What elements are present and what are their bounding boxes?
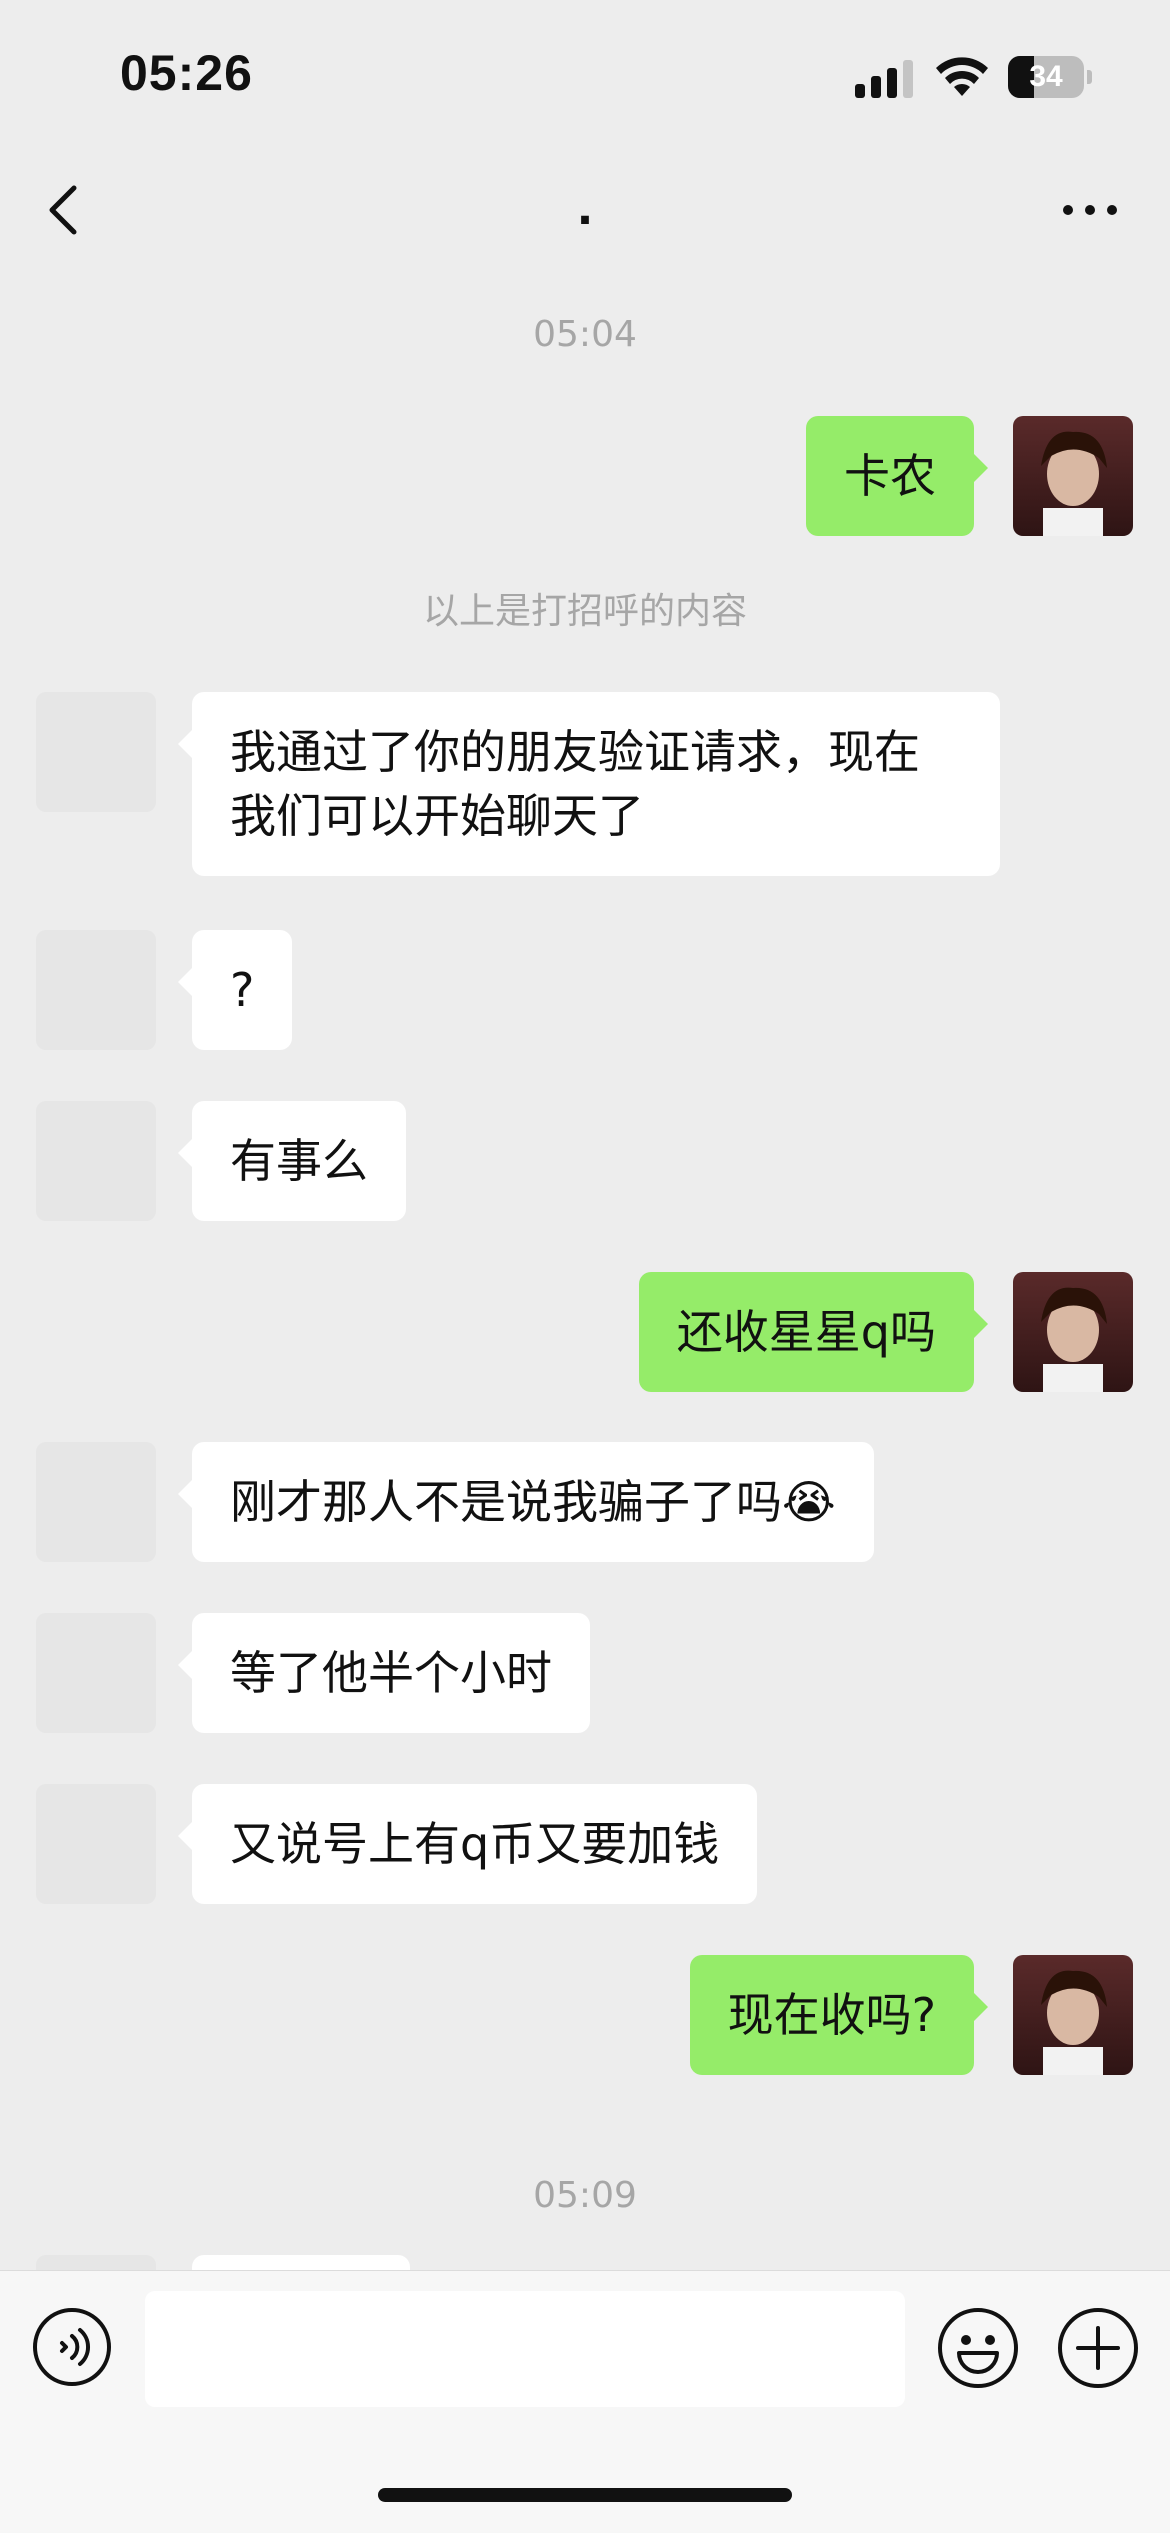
nav-bar: . bbox=[0, 140, 1170, 280]
contact-avatar[interactable] bbox=[36, 930, 156, 1050]
battery-body: 34 bbox=[1008, 56, 1084, 98]
message-timestamp: 05:04 bbox=[533, 314, 637, 355]
outgoing-message[interactable]: 还收星星q吗 bbox=[638, 1272, 989, 1392]
status-time: 05:26 bbox=[120, 45, 253, 101]
voice-icon[interactable] bbox=[32, 2307, 112, 2387]
home-indicator[interactable] bbox=[378, 2488, 792, 2502]
my-avatar[interactable] bbox=[1013, 1955, 1133, 2075]
message-text: 我通过了你的朋友验证请求，现在 bbox=[230, 725, 920, 779]
contact-avatar[interactable] bbox=[36, 692, 156, 812]
message-text: 卡农 bbox=[844, 449, 936, 503]
message-text: 又说号上有q币又要加钱 bbox=[230, 1817, 720, 1871]
incoming-message[interactable]: 又说号上有q币又要加钱 bbox=[177, 1784, 758, 1904]
battery-icon: 34 bbox=[1008, 56, 1092, 98]
message-text: 刚才那人不是说我骗子了吗😭 bbox=[230, 1475, 836, 1529]
status-bar: 05:26 34 bbox=[0, 0, 1170, 140]
more-icon[interactable] bbox=[1060, 188, 1120, 232]
message-input[interactable] bbox=[145, 2291, 905, 2407]
battery-level: 34 bbox=[1029, 60, 1063, 93]
contact-avatar[interactable] bbox=[36, 1784, 156, 1904]
contact-avatar[interactable] bbox=[36, 1613, 156, 1733]
avatar-portrait-icon bbox=[1013, 416, 1133, 536]
avatar-portrait-icon bbox=[1013, 1272, 1133, 1392]
chat-title: . bbox=[576, 184, 594, 235]
chevron-left-icon[interactable] bbox=[40, 180, 90, 240]
message-text: 等了他半个小时 bbox=[230, 1646, 552, 1700]
incoming-message[interactable]: 等了他半个小时 bbox=[178, 1613, 590, 1733]
contact-avatar[interactable] bbox=[36, 2255, 156, 2270]
message-text: 现在收吗? bbox=[727, 1988, 936, 2042]
outgoing-message[interactable]: 卡农 bbox=[806, 416, 988, 536]
battery-tip bbox=[1087, 70, 1092, 84]
wifi-icon bbox=[936, 57, 988, 96]
incoming-message[interactable]: 刚才那人不是说我骗子了吗😭 bbox=[178, 1442, 874, 1562]
message-timestamp: 05:09 bbox=[533, 2175, 637, 2216]
message-text: 还收星星q吗 bbox=[676, 1305, 936, 1359]
signal-icon bbox=[855, 60, 913, 98]
incoming-message[interactable]: 有事么 bbox=[178, 1101, 406, 1221]
incoming-message-partial[interactable] bbox=[192, 2255, 410, 2270]
system-note: 以上是打招呼的内容 bbox=[422, 591, 747, 632]
message-text: ? bbox=[230, 963, 255, 1017]
my-avatar[interactable] bbox=[1013, 416, 1133, 536]
incoming-message[interactable]: ? bbox=[177, 930, 293, 1050]
message-text: 我们可以开始聊天了 bbox=[230, 789, 644, 843]
emoji-icon[interactable] bbox=[937, 2307, 1019, 2389]
incoming-message[interactable]: 我通过了你的朋友验证请求，现在 我们可以开始聊天了 bbox=[178, 692, 1000, 876]
message-text: 有事么 bbox=[230, 1134, 368, 1188]
outgoing-message[interactable]: 现在收吗? bbox=[689, 1955, 989, 2075]
chat-area[interactable]: 05:04 卡农 以上是打招呼的内容 我通过了你的朋友验证请求，现在 我们可以开… bbox=[0, 280, 1170, 2270]
plus-icon[interactable] bbox=[1057, 2307, 1139, 2389]
my-avatar[interactable] bbox=[1013, 1272, 1133, 1392]
contact-avatar[interactable] bbox=[36, 1442, 156, 1562]
avatar-portrait-icon bbox=[1013, 1955, 1133, 2075]
contact-avatar[interactable] bbox=[36, 1101, 156, 1221]
